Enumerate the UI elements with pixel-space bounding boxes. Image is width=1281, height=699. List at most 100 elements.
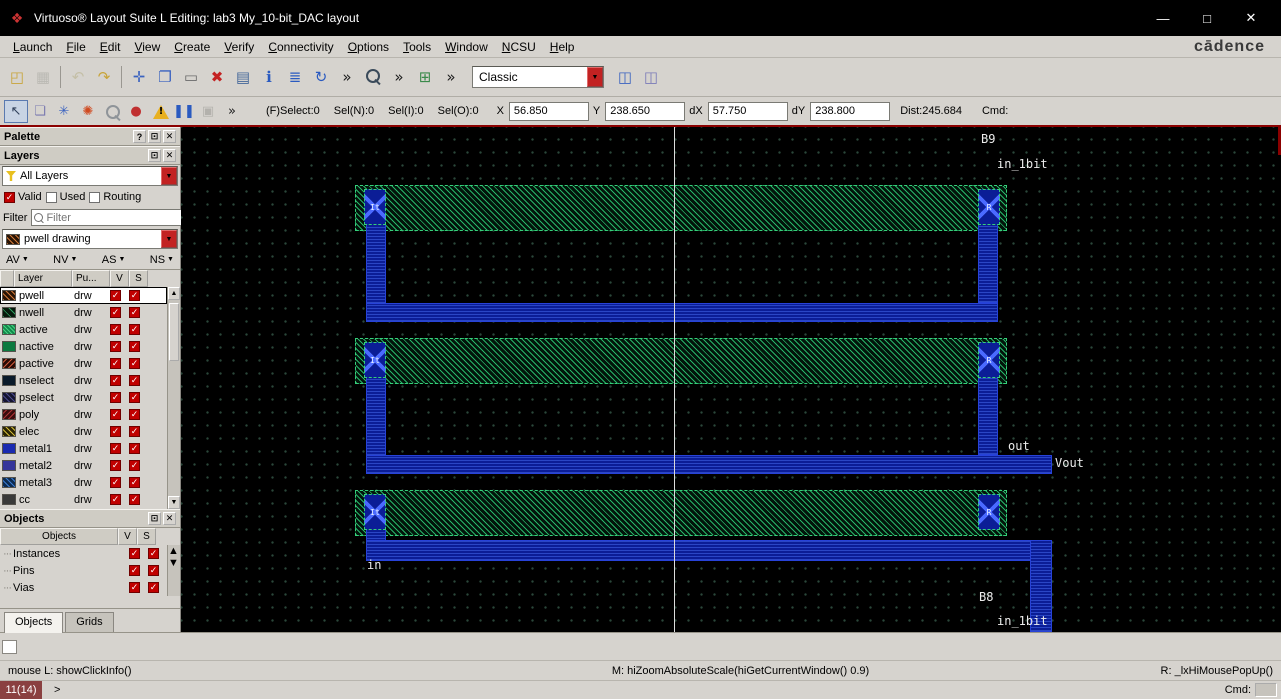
checkbox[interactable]: ✓: [110, 358, 121, 369]
metal1-route-h3[interactable]: [366, 540, 1052, 561]
coord-input-dx[interactable]: [707, 101, 788, 121]
checkbox[interactable]: ✓: [129, 358, 140, 369]
warning-icon[interactable]: [148, 100, 173, 123]
open-icon[interactable]: ◰: [4, 64, 30, 90]
save-icon[interactable]: ▦: [30, 64, 56, 90]
layers-scrollbar-thumb[interactable]: [169, 303, 179, 361]
menu-help[interactable]: Help: [543, 38, 582, 56]
minimize-button[interactable]: —: [1141, 3, 1185, 33]
checkbox[interactable]: ✓: [110, 443, 121, 454]
checkbox[interactable]: ✓: [129, 324, 140, 335]
vis-control-ns[interactable]: NS ▼: [150, 254, 174, 266]
layer-row-active[interactable]: active drw ✓ ✓: [0, 321, 167, 338]
checkbox[interactable]: ✓: [129, 548, 140, 559]
canvas-label-in-1bit[interactable]: in_1bit: [997, 614, 1048, 628]
checkbox[interactable]: ✓: [129, 290, 140, 301]
undo-icon[interactable]: ↶: [65, 64, 91, 90]
tools-overflow-icon[interactable]: »: [334, 64, 360, 90]
probe-icon[interactable]: ●: [124, 100, 148, 123]
dropdown-arrow-icon[interactable]: ▼: [161, 230, 177, 248]
palette-help-button[interactable]: ?: [133, 130, 146, 143]
copy-icon[interactable]: ❐: [152, 64, 178, 90]
checkbox[interactable]: [89, 191, 101, 203]
display-style-dropdown[interactable]: Classic ▼: [472, 66, 604, 88]
contact-row2-right[interactable]: R: [978, 342, 1000, 378]
checkbox[interactable]: ✓: [129, 392, 140, 403]
scroll-up-icon[interactable]: ▲: [168, 287, 180, 300]
checkbox[interactable]: ✓: [4, 191, 15, 203]
checkbox[interactable]: [45, 191, 57, 203]
canvas-label-in[interactable]: in: [367, 558, 381, 572]
object-row-vias[interactable]: Vias✓✓: [0, 579, 167, 596]
canvas-label-b8[interactable]: B8: [979, 590, 993, 604]
scroll-down-icon[interactable]: ▼: [168, 557, 180, 569]
create-overflow-icon[interactable]: »: [438, 64, 464, 90]
update-icon[interactable]: ↻: [308, 64, 334, 90]
layer-row-metal2[interactable]: metal2 drw ✓ ✓: [0, 457, 167, 474]
filter-searchbox[interactable]: [31, 209, 190, 226]
checkbox[interactable]: ✓: [129, 460, 140, 471]
select-mode-icon[interactable]: ↖: [4, 99, 28, 123]
menu-options[interactable]: Options: [341, 38, 396, 56]
menu-launch[interactable]: Launch: [6, 38, 59, 56]
status-overflow-icon[interactable]: »: [220, 100, 244, 123]
objects-scrollbar[interactable]: ▲ ▼: [167, 545, 180, 596]
properties-icon[interactable]: ▤: [230, 64, 256, 90]
palette-close-button[interactable]: ✕: [163, 130, 176, 143]
layer-row-pselect[interactable]: pselect drw ✓ ✓: [0, 389, 167, 406]
layout-canvas[interactable]: It R It R It R B9 in_1bit out Vout in B8 in_1b…: [181, 127, 1281, 632]
menu-verify[interactable]: Verify: [217, 38, 261, 56]
layers-header-selectable[interactable]: S: [129, 270, 148, 287]
layer-row-pactive[interactable]: pactive drw ✓ ✓: [0, 355, 167, 372]
stack-icon[interactable]: ❏: [28, 100, 52, 123]
objects-header-name[interactable]: Objects: [0, 528, 118, 545]
scroll-down-icon[interactable]: ▼: [168, 496, 180, 509]
objects-close-button[interactable]: ✕: [163, 512, 176, 525]
move-icon[interactable]: ✛: [126, 64, 152, 90]
contact-row2-left[interactable]: It: [364, 342, 386, 378]
contact-row3-left[interactable]: It: [364, 494, 386, 530]
vis-control-av[interactable]: AV ▼: [6, 254, 29, 266]
zoom-icon[interactable]: [360, 64, 386, 90]
delete-icon[interactable]: ✖: [204, 64, 230, 90]
layer-row-elec[interactable]: elec drw ✓ ✓: [0, 423, 167, 440]
layers-dock-button[interactable]: ⊡: [148, 149, 161, 162]
active-region-row2[interactable]: [355, 338, 1007, 384]
layer-row-metal3[interactable]: metal3 drw ✓ ✓: [0, 474, 167, 491]
coord-input-y[interactable]: [605, 101, 686, 121]
checkbox[interactable]: ✓: [148, 582, 159, 593]
close-button[interactable]: ✕: [1229, 3, 1273, 33]
objects-dock-button[interactable]: ⊡: [148, 512, 161, 525]
layers-header-visible[interactable]: V: [110, 270, 129, 287]
objects-header-selectable[interactable]: S: [137, 528, 156, 545]
workspace-load-icon[interactable]: ◫: [638, 64, 664, 90]
layers-scrollbar[interactable]: ▲ ▼: [167, 287, 180, 509]
canvas-label-out[interactable]: out: [1008, 439, 1030, 453]
menu-file[interactable]: File: [59, 38, 92, 56]
contact-row1-left[interactable]: It: [364, 189, 386, 225]
dropdown-arrow-icon[interactable]: ▼: [587, 67, 603, 87]
checkbox[interactable]: ✓: [110, 392, 121, 403]
current-layer-dropdown[interactable]: pwell drawing ▼: [2, 229, 178, 249]
layers-header-layer[interactable]: Layer: [14, 270, 72, 287]
maximize-button[interactable]: □: [1185, 3, 1229, 33]
objects-header-visible[interactable]: V: [118, 528, 137, 545]
checkbox[interactable]: ✓: [110, 324, 121, 335]
canvas-label-b9[interactable]: B9: [981, 132, 995, 146]
checkbox[interactable]: ✓: [110, 290, 121, 301]
checkbox[interactable]: ✓: [129, 375, 140, 386]
checkbox[interactable]: ✓: [148, 548, 159, 559]
pause-icon[interactable]: ❚❚: [172, 100, 196, 123]
grid-snap-icon[interactable]: ✳: [52, 100, 76, 123]
layer-row-nactive[interactable]: nactive drw ✓ ✓: [0, 338, 167, 355]
checkbox[interactable]: ✓: [129, 341, 140, 352]
object-row-instances[interactable]: Instances✓✓: [0, 545, 167, 562]
layers-header-sort[interactable]: [0, 270, 14, 287]
layers-close-button[interactable]: ✕: [163, 149, 176, 162]
menu-ncsu[interactable]: NCSU: [495, 38, 543, 56]
checkbox[interactable]: ✓: [129, 477, 140, 488]
align-icon[interactable]: ≣: [282, 64, 308, 90]
objects-header[interactable]: Objects ⊡ ✕: [0, 509, 180, 528]
metal1-route-stub2[interactable]: [978, 376, 998, 455]
palette-header[interactable]: Palette ? ⊡ ✕: [0, 127, 180, 146]
